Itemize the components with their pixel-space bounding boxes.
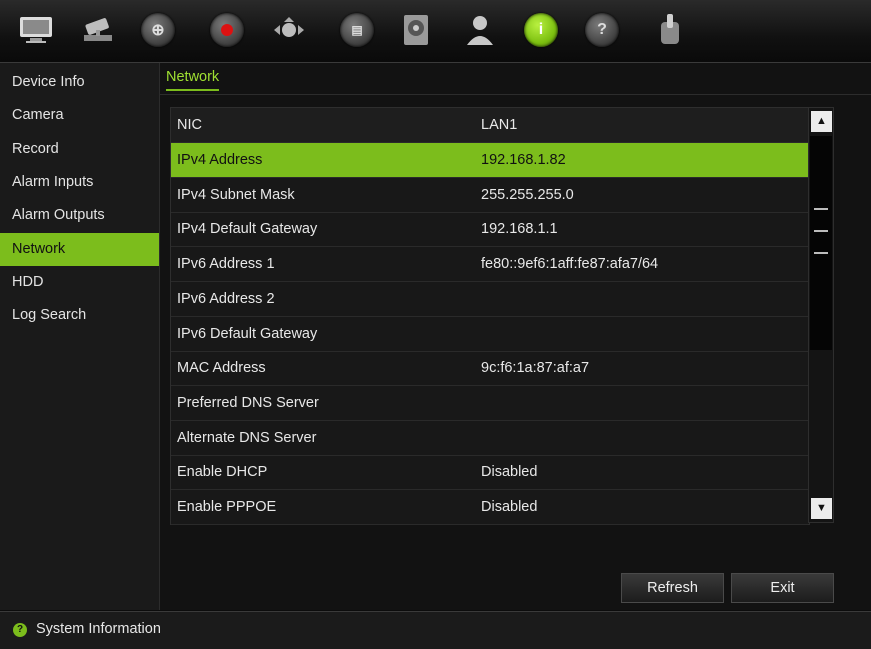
record-icon[interactable] bbox=[209, 12, 245, 48]
row-key: Enable PPPOE bbox=[177, 499, 277, 515]
row-key: Alternate DNS Server bbox=[177, 430, 317, 446]
row-key: IPv4 Default Gateway bbox=[177, 221, 318, 237]
header-key: NIC bbox=[177, 117, 202, 133]
table-row[interactable]: Alternate DNS Server bbox=[171, 421, 808, 456]
sidebar-item-network[interactable]: Network bbox=[0, 233, 159, 266]
refresh-button[interactable]: Refresh bbox=[621, 573, 724, 603]
table-row[interactable]: IPv6 Default Gateway bbox=[171, 317, 808, 352]
table-row[interactable]: Preferred DNS Server bbox=[171, 386, 808, 421]
table-row[interactable]: IPv6 Address 1 fe80::9ef6:1aff:fe87:afa7… bbox=[171, 247, 808, 282]
row-value: 9c:f6:1a:87:af:a7 bbox=[481, 360, 590, 376]
status-text: System Information bbox=[36, 621, 161, 637]
sidebar-item-log-search[interactable]: Log Search bbox=[0, 299, 159, 332]
scroll-down-icon[interactable]: ▼ bbox=[811, 498, 832, 519]
row-key: IPv4 Subnet Mask bbox=[177, 187, 295, 203]
table-row[interactable]: IPv4 Subnet Mask 255.255.255.0 bbox=[171, 178, 808, 213]
user-icon[interactable] bbox=[462, 12, 498, 48]
table-row[interactable]: IPv6 Address 2 bbox=[171, 282, 808, 317]
row-key: IPv6 Address 1 bbox=[177, 256, 275, 272]
sidebar-item-alarm-outputs[interactable]: Alarm Outputs bbox=[0, 199, 159, 232]
power-icon[interactable] bbox=[652, 12, 688, 48]
monitor-icon[interactable] bbox=[18, 12, 54, 48]
sidebar-item-camera[interactable]: Camera bbox=[0, 99, 159, 132]
camera-icon[interactable] bbox=[80, 12, 116, 48]
row-key: IPv4 Address bbox=[177, 152, 263, 168]
scroll-up-icon[interactable]: ▲ bbox=[811, 111, 832, 132]
table-scrollbar[interactable]: ▲ ▼ bbox=[808, 107, 834, 523]
hdd-icon[interactable] bbox=[398, 12, 434, 48]
row-value: 192.168.1.82 bbox=[481, 152, 566, 168]
scrollbar-grip bbox=[814, 230, 828, 232]
header-value: LAN1 bbox=[481, 117, 518, 133]
row-value: 192.168.1.1 bbox=[481, 221, 558, 237]
row-key: IPv6 Address 2 bbox=[177, 291, 275, 307]
row-value: 255.255.255.0 bbox=[481, 187, 574, 203]
top-toolbar: ⊕ ▤ i ? bbox=[0, 0, 871, 63]
row-value: Disabled bbox=[481, 464, 538, 480]
table-row[interactable]: IPv4 Default Gateway 192.168.1.1 bbox=[171, 212, 808, 247]
row-key: Preferred DNS Server bbox=[177, 395, 319, 411]
table-row[interactable]: Enable DHCP Disabled bbox=[171, 455, 808, 490]
info-icon[interactable]: i bbox=[523, 12, 559, 48]
sidebar-item-hdd[interactable]: HDD bbox=[0, 266, 159, 299]
help-icon: ? bbox=[13, 623, 27, 637]
scrollbar-grip bbox=[814, 252, 828, 254]
row-value: Disabled bbox=[481, 499, 538, 515]
sidebar-item-device-info[interactable]: Device Info bbox=[0, 66, 159, 99]
table-row[interactable]: Enable PPPOE Disabled bbox=[171, 490, 808, 525]
sidebar: Device Info Camera Record Alarm Inputs A… bbox=[0, 63, 160, 610]
network-table: NIC LAN1 IPv4 Address 192.168.1.82 IPv4 … bbox=[170, 107, 810, 525]
tab-network[interactable]: Network bbox=[166, 69, 220, 91]
table-row[interactable]: MAC Address 9c:f6:1a:87:af:a7 bbox=[171, 351, 808, 386]
row-key: IPv6 Default Gateway bbox=[177, 326, 318, 342]
status-bar: ? System Information bbox=[0, 611, 871, 649]
network-icon[interactable]: ⊕ bbox=[140, 12, 176, 48]
ptz-icon[interactable] bbox=[271, 12, 307, 48]
scrollbar-thumb[interactable] bbox=[810, 136, 832, 350]
tape-icon[interactable]: ▤ bbox=[339, 12, 375, 48]
table-row[interactable]: IPv4 Address 192.168.1.82 bbox=[171, 143, 808, 178]
sidebar-item-record[interactable]: Record bbox=[0, 133, 159, 166]
exit-button[interactable]: Exit bbox=[731, 573, 834, 603]
help-icon[interactable]: ? bbox=[584, 12, 620, 48]
row-key: Enable DHCP bbox=[177, 464, 268, 480]
row-value: fe80::9ef6:1aff:fe87:afa7/64 bbox=[481, 256, 659, 272]
tab-divider bbox=[160, 94, 871, 95]
row-key: MAC Address bbox=[177, 360, 266, 376]
main-panel: Network NIC LAN1 IPv4 Address 192.168.1.… bbox=[160, 63, 871, 610]
scrollbar-grip bbox=[814, 208, 828, 210]
sidebar-item-alarm-inputs[interactable]: Alarm Inputs bbox=[0, 166, 159, 199]
table-header-row: NIC LAN1 bbox=[171, 108, 808, 143]
